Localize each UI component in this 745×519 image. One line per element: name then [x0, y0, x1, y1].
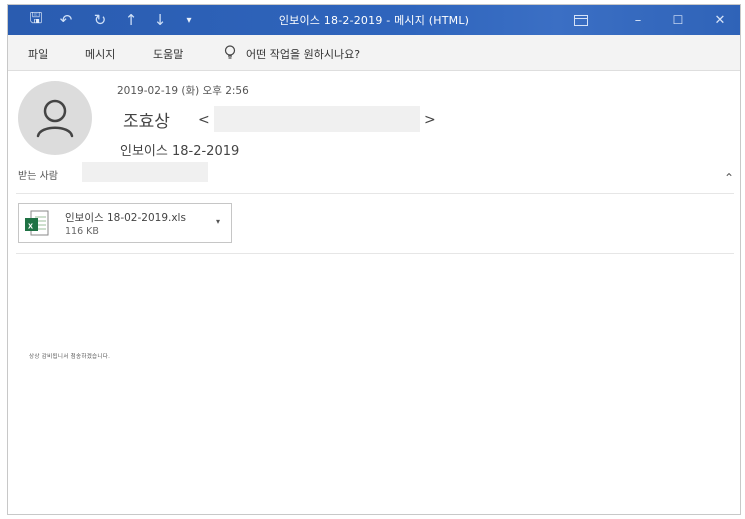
minimize-button[interactable]: – — [623, 9, 653, 31]
sender-address-open: < — [198, 112, 210, 128]
message-subject: 인보이스 18-2-2019 — [120, 144, 240, 159]
message-window: 🖫 ↶ ↻ ↑ ↓ ▾ 인보이스 18-2-2019 - 메시지 (HTML) … — [7, 4, 741, 515]
to-label: 받는 사람 — [18, 171, 58, 182]
excel-file-icon: x — [25, 210, 49, 236]
svg-text:x: x — [28, 221, 33, 231]
menu-file[interactable]: 파일 — [28, 46, 48, 62]
sent-datetime: 2019-02-19 (화) 오후 2:56 — [117, 85, 249, 97]
sender-name[interactable]: 조효상 — [123, 107, 170, 132]
attachment-card[interactable]: x 인보이스 18-02-2019.xls 116 KB ▾ — [18, 203, 232, 243]
redacted-sender-address — [214, 106, 420, 132]
menu-bar: 파일 메시지 도움말 어떤 작업을 원하시나요? — [8, 35, 740, 71]
attachment-size: 116 KB — [65, 226, 99, 237]
ribbon-options-icon — [574, 14, 588, 26]
ribbon-options-button[interactable] — [566, 9, 596, 31]
maximize-button[interactable]: ☐ — [663, 9, 693, 31]
lightbulb-icon — [224, 45, 236, 59]
sender-address-close: > — [424, 112, 436, 128]
avatar — [18, 81, 92, 155]
menu-help[interactable]: 도움말 — [153, 46, 183, 62]
message-body: 상상 감비됩니서 첨송하겠습니다. — [29, 354, 111, 360]
person-icon — [36, 99, 74, 138]
header-divider — [16, 193, 734, 194]
close-button[interactable]: ✕ — [705, 9, 735, 31]
redacted-recipient — [82, 162, 208, 182]
attachment-name: 인보이스 18-02-2019.xls — [65, 212, 186, 224]
title-bar: 🖫 ↶ ↻ ↑ ↓ ▾ 인보이스 18-2-2019 - 메시지 (HTML) … — [8, 5, 740, 35]
collapse-header-icon[interactable]: ⌃ — [724, 171, 734, 185]
attachment-divider — [16, 253, 734, 254]
menu-message[interactable]: 메시지 — [85, 46, 115, 62]
tell-me-search[interactable]: 어떤 작업을 원하시나요? — [246, 46, 360, 62]
attachment-menu-icon[interactable]: ▾ — [216, 217, 220, 226]
